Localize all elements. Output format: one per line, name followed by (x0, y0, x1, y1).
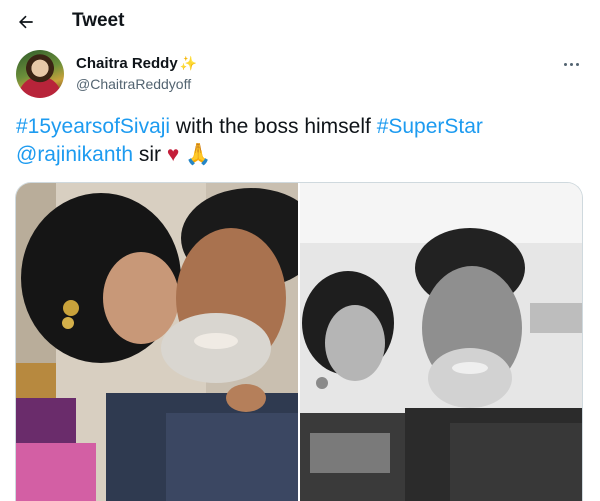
tweet-photo-1[interactable] (16, 183, 298, 501)
header: Tweet (0, 0, 600, 45)
pray-emoji: 🙏 (185, 143, 212, 166)
photo-icon (16, 183, 298, 501)
dot-icon (575, 62, 579, 66)
dot-icon (563, 62, 567, 66)
tweet-media (15, 182, 583, 501)
author-handle[interactable]: @ChaitraReddyoff (76, 76, 191, 92)
hashtag-link[interactable]: #15yearsofSivaji (16, 115, 170, 138)
back-button[interactable] (10, 6, 42, 38)
tweet-photo-2[interactable] (300, 183, 582, 501)
heart-emoji: ♥ (166, 143, 180, 166)
dot-icon (569, 62, 573, 66)
sparkle-icon: ✨ (179, 55, 198, 71)
photo-icon (300, 183, 582, 501)
tweet-text-segment: sir (133, 143, 167, 166)
author-name[interactable]: Chaitra Reddy ✨ (76, 55, 197, 72)
hashtag-link[interactable]: #SuperStar (377, 115, 483, 138)
avatar[interactable] (16, 50, 64, 98)
mention-link[interactable]: @rajinikanth (16, 143, 133, 166)
arrow-left-icon (19, 15, 33, 29)
page-title: Tweet (72, 10, 125, 31)
tweet-text-segment: with the boss himself (170, 115, 377, 138)
author-name-text: Chaitra Reddy (76, 55, 178, 72)
tweet-text: #15yearsofSivaji with the boss himself #… (16, 113, 584, 169)
more-options-button[interactable] (556, 52, 586, 76)
